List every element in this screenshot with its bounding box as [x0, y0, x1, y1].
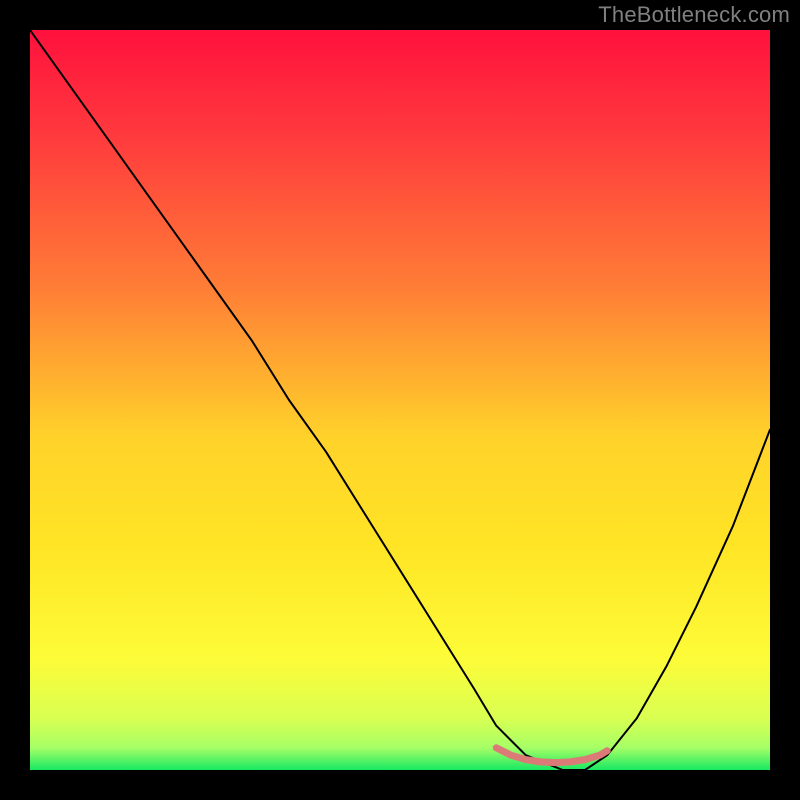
bottleneck-chart: [0, 0, 800, 800]
chart-container: { "watermark": "TheBottleneck.com", "cha…: [0, 0, 800, 800]
gradient-background: [30, 30, 770, 770]
watermark-text: TheBottleneck.com: [598, 2, 790, 28]
